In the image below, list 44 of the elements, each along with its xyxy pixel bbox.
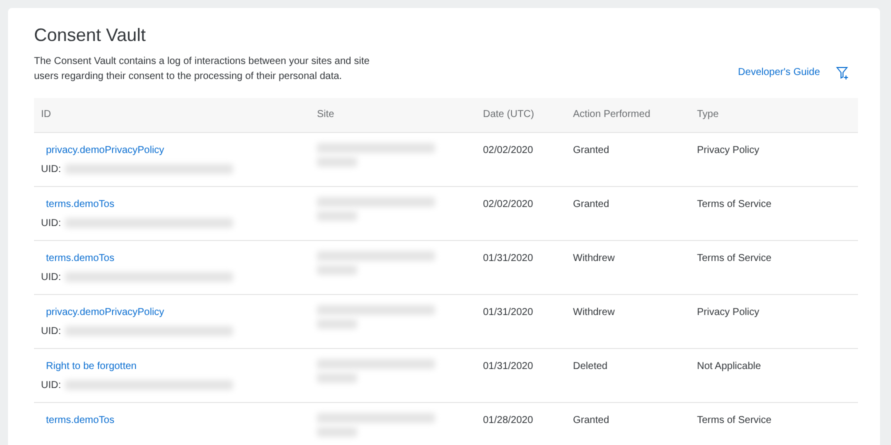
redacted-site-block: [317, 318, 357, 328]
consent-id-link[interactable]: terms.demoTos: [46, 198, 114, 210]
action-cell: Granted: [573, 414, 610, 426]
consent-id-link[interactable]: privacy.demoPrivacyPolicy: [46, 144, 164, 156]
column-header: Action Performed: [573, 109, 650, 120]
column-header: Type: [697, 109, 719, 120]
uid-label: UID:: [41, 270, 61, 284]
action-cell: Deleted: [573, 360, 608, 372]
uid-label: UID:: [41, 162, 61, 176]
developers-guide-link[interactable]: Developer's Guide: [738, 65, 820, 80]
action-cell: Withdrew: [573, 306, 615, 318]
page-title: Consent Vault: [34, 24, 147, 46]
column-header: ID: [41, 109, 51, 120]
redacted-site-block: [317, 210, 357, 220]
description-text: The Consent Vault contains a log of interactions between your sites and site users regarding their consent to the processing of their personal data.: [34, 55, 371, 84]
consent-id-link[interactable]: terms.demoTos: [46, 414, 114, 426]
action-cell: Granted: [573, 144, 610, 156]
action-cell: Withdrew: [573, 252, 615, 264]
type-cell: Privacy Policy: [697, 144, 760, 156]
type-cell: Terms of Service: [697, 414, 772, 426]
redacted-site-block: [317, 426, 357, 436]
column-header: Date (UTC): [483, 109, 534, 120]
uid-label: UID:: [41, 324, 61, 338]
consent-id-link[interactable]: privacy.demoPrivacyPolicy: [46, 306, 164, 318]
add-filter-icon[interactable]: [836, 66, 850, 80]
redacted-site-block: [317, 156, 357, 166]
consent-id-link[interactable]: Right to be forgotten: [46, 360, 137, 372]
action-cell: Granted: [573, 198, 610, 210]
type-cell: Terms of Service: [697, 252, 772, 264]
date-cell: 02/02/2020: [483, 144, 534, 156]
uid-label: UID:: [41, 378, 61, 392]
redacted-site-block: [317, 264, 357, 274]
uid-label: UID:: [41, 216, 61, 230]
redacted-site-block: [317, 372, 357, 382]
date-cell: 01/31/2020: [483, 252, 534, 264]
column-header: Site: [317, 109, 334, 120]
type-cell: Not Applicable: [697, 360, 761, 372]
consent-id-link[interactable]: terms.demoTos: [46, 252, 114, 264]
date-cell: 01/28/2020: [483, 414, 534, 426]
type-cell: Terms of Service: [697, 198, 772, 210]
date-cell: 01/31/2020: [483, 306, 534, 318]
type-cell: Privacy Policy: [697, 306, 760, 318]
date-cell: 01/31/2020: [483, 360, 534, 372]
date-cell: 02/02/2020: [483, 198, 534, 210]
